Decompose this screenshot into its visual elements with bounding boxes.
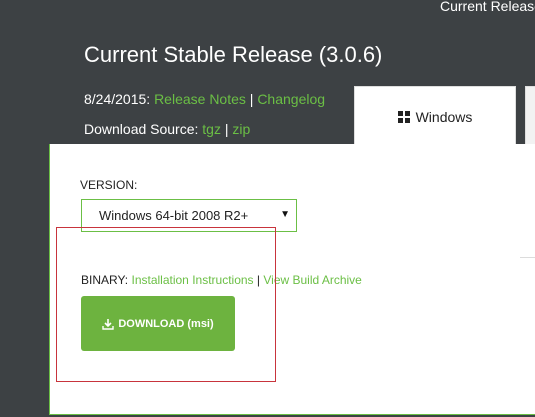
release-date: 8/24/2015: (84, 91, 151, 107)
version-select-value: Windows 64-bit 2008 R2+ (99, 208, 249, 223)
release-notes-link[interactable]: Release Notes (154, 91, 246, 107)
separator: | (224, 121, 229, 137)
release-meta: 8/24/2015: Release Notes | Changelog (84, 91, 325, 107)
divider (520, 257, 535, 258)
zip-link[interactable]: zip (232, 121, 250, 137)
chevron-down-icon: ▼ (280, 209, 290, 220)
annotation-highlight-box (56, 227, 276, 382)
view-build-archive-link[interactable]: View Build Archive (263, 273, 362, 287)
tgz-link[interactable]: tgz (202, 121, 221, 137)
tab-next[interactable] (525, 86, 535, 146)
download-source-label: Download Source: (84, 121, 199, 137)
version-label: VERSION: (80, 178, 138, 192)
changelog-link[interactable]: Changelog (257, 91, 325, 107)
tab-windows-label: Windows (415, 109, 473, 125)
download-source-row: Download Source: tgz | zip (84, 121, 250, 137)
separator: | (249, 91, 254, 107)
page-title: Current Stable Release (3.0.6) (84, 42, 383, 67)
tab-windows[interactable]: Windows (354, 86, 516, 147)
windows-icon (397, 111, 410, 123)
current-release-nav-link[interactable]: Current Release (440, 0, 535, 14)
